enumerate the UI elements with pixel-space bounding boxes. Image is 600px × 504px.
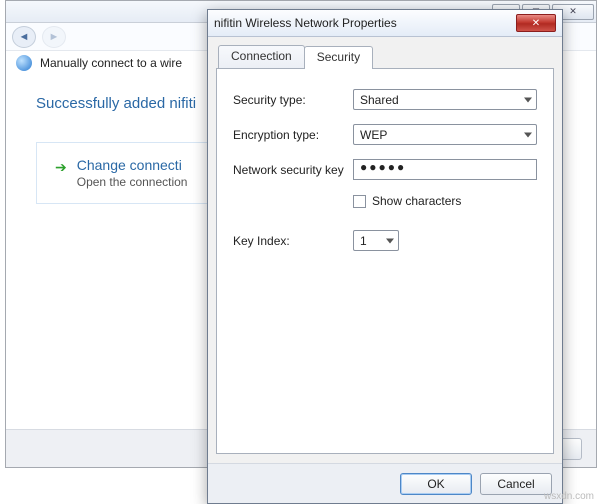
dialog-body: Connection Security Security type: Share… bbox=[208, 37, 562, 463]
cancel-button[interactable]: Cancel bbox=[480, 473, 552, 495]
arrow-right-icon: ➔ bbox=[55, 159, 67, 176]
security-type-dropdown[interactable]: Shared bbox=[353, 89, 537, 110]
change-settings-sub: Open the connection bbox=[77, 175, 188, 189]
label-network-key: Network security key bbox=[233, 163, 353, 177]
tabstrip: Connection Security bbox=[218, 45, 554, 68]
forward-arrow-icon: ► bbox=[42, 26, 66, 48]
network-globe-icon bbox=[16, 55, 32, 71]
encryption-type-dropdown[interactable]: WEP bbox=[353, 124, 537, 145]
properties-dialog: nifitin Wireless Network Properties ✕ Co… bbox=[207, 9, 563, 504]
label-key-index: Key Index: bbox=[233, 234, 353, 248]
security-type-value: Shared bbox=[360, 93, 399, 107]
dialog-footer: OK Cancel bbox=[208, 463, 562, 503]
dialog-close-button[interactable]: ✕ bbox=[516, 14, 556, 32]
encryption-type-value: WEP bbox=[360, 128, 387, 142]
ok-button[interactable]: OK bbox=[400, 473, 472, 495]
tab-security[interactable]: Security bbox=[304, 46, 373, 69]
tab-connection[interactable]: Connection bbox=[218, 45, 305, 68]
label-show-characters: Show characters bbox=[372, 194, 461, 208]
show-characters-checkbox[interactable] bbox=[353, 195, 366, 208]
network-key-input[interactable]: ●●●●● bbox=[353, 159, 537, 180]
watermark-text: wsxdn.com bbox=[544, 491, 594, 502]
key-index-dropdown[interactable]: 1 bbox=[353, 230, 399, 251]
back-arrow-icon[interactable]: ◄ bbox=[12, 26, 36, 48]
wizard-heading: Manually connect to a wire bbox=[40, 56, 182, 70]
dialog-titlebar: nifitin Wireless Network Properties ✕ bbox=[208, 10, 562, 37]
dialog-title: nifitin Wireless Network Properties bbox=[214, 16, 516, 30]
key-index-value: 1 bbox=[360, 234, 367, 248]
label-security-type: Security type: bbox=[233, 93, 353, 107]
change-settings-title: Change connecti bbox=[77, 157, 188, 173]
tab-panel-security: Security type: Shared Encryption type: W… bbox=[216, 68, 554, 454]
label-encryption-type: Encryption type: bbox=[233, 128, 353, 142]
